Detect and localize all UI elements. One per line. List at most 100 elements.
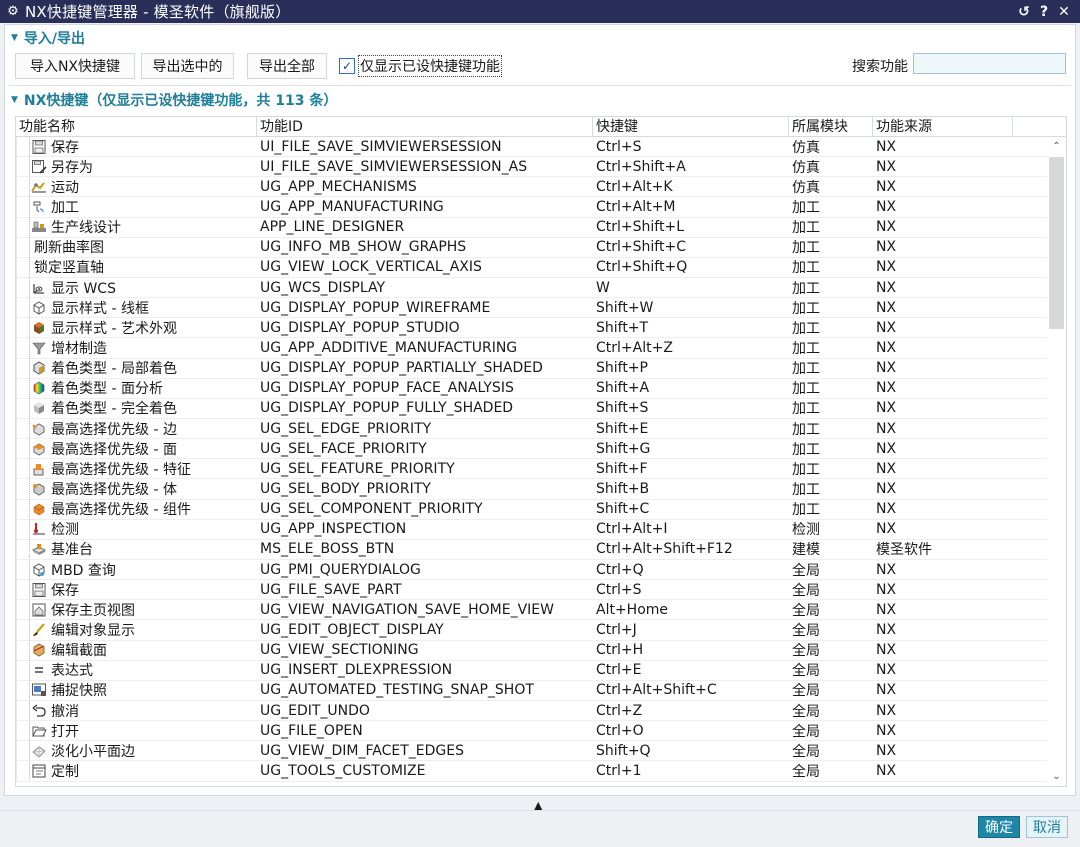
function-name-text: 着色类型 - 完全着色	[51, 401, 177, 418]
table-row[interactable]: 显示样式 - 线框 UG_DISPLAY_POPUP_WIREFRAME Shift…	[16, 297, 1047, 319]
table-row[interactable]: 另存为 UI_FILE_SAVE_SIMVIEWERSESSION_AS Ctrl+…	[16, 156, 1047, 178]
function-id-cell: UG_SEL_COMPONENT_PRIORITY	[260, 501, 483, 518]
table-row[interactable]: 检测 UG_APP_INSPECTION Ctrl+Alt+I 检测 NX	[16, 519, 1047, 540]
import-export-section-header[interactable]: ▼ 导入/导出	[11, 28, 85, 48]
module-cell: 全局	[792, 663, 820, 680]
shortcut-cell: Ctrl+Shift+Q	[596, 259, 688, 276]
scroll-down-icon[interactable]: ⌄	[1047, 769, 1066, 785]
motion-icon	[30, 179, 47, 195]
source-cell: NX	[876, 299, 897, 316]
table-row[interactable]: 捕捉快照 UG_AUTOMATED_TESTING_SNAP_SHOT Ctrl+A…	[16, 680, 1047, 701]
cell-name: 编辑截面	[16, 640, 257, 661]
source-cell: NX	[876, 460, 897, 477]
scrollbar-thumb[interactable]	[1049, 157, 1064, 329]
column-header-module[interactable]: 所属模块	[789, 117, 873, 136]
function-id-cell: UG_APP_MECHANISMS	[260, 178, 417, 195]
shortcuts-section-header[interactable]: ▼ NX快捷键（仅显示已设快捷键功能，共 113 条）	[11, 90, 337, 110]
cell-name: 编辑对象显示	[16, 619, 257, 640]
table-row[interactable]: 撤消 UG_EDIT_UNDO Ctrl+Z 全局 NX	[16, 700, 1047, 722]
cell-name: 保存主页视图	[16, 599, 257, 620]
table-row[interactable]: 定制 UG_TOOLS_CUSTOMIZE Ctrl+1 全局 NX	[16, 760, 1047, 782]
function-id-cell: UG_SEL_FACE_PRIORITY	[260, 440, 427, 457]
scroll-up-icon[interactable]: ⌃	[1047, 139, 1066, 155]
function-name-text: 着色类型 - 局部着色	[51, 361, 177, 378]
table-row[interactable]: 运动 UG_APP_MECHANISMS Ctrl+Alt+K 仿真 NX	[16, 176, 1047, 198]
table-row[interactable]: 着色类型 - 面分析 UG_DISPLAY_POPUP_FACE_ANALYSIS…	[16, 378, 1047, 399]
table-header: 功能名称 功能ID 快捷键 所属模块 功能来源	[16, 117, 1066, 137]
export-all-button[interactable]: 导出全部	[247, 53, 327, 79]
table-row[interactable]: 保存 UI_FILE_SAVE_SIMVIEWERSESSION Ctrl+S 仿真 N…	[16, 137, 1047, 158]
function-name-text: 最高选择优先级 - 面	[51, 441, 177, 458]
module-cell: 全局	[792, 763, 820, 780]
function-id-cell: UG_FILE_OPEN	[260, 722, 363, 739]
function-id-cell: UG_DISPLAY_POPUP_STUDIO	[260, 319, 460, 336]
shortcut-cell: Alt+Home	[596, 601, 669, 618]
table-row[interactable]: MBD 查询 UG_PMI_QUERYDIALOG Ctrl+Q 全局 NX	[16, 559, 1047, 581]
table-row[interactable]: 刷新曲率图 UG_INFO_MB_SHOW_GRAPHS Ctrl+Shift+C 加…	[16, 237, 1047, 258]
function-name-text: 表达式	[51, 663, 93, 680]
cancel-button[interactable]: 取消	[1026, 816, 1068, 838]
shortcut-cell: Ctrl+S	[596, 581, 642, 598]
function-id-cell: UI_FILE_SAVE_SIMVIEWERSESSION	[260, 138, 502, 155]
cell-name: 保存	[16, 137, 257, 157]
table-row[interactable]: 淡化小平面边 UG_VIEW_DIM_FACET_EDGES Shift+Q 全局 NX	[16, 740, 1047, 762]
only-set-shortcuts-checkbox-row[interactable]: ✓ 仅显示已设快捷键功能	[339, 55, 502, 77]
function-id-cell: UG_INFO_MB_SHOW_GRAPHS	[260, 239, 467, 256]
table-row[interactable]: 最高选择优先级 - 组件 UG_SEL_COMPONENT_PRIORITY Shi…	[16, 499, 1047, 520]
help-icon[interactable]: ?	[1036, 3, 1052, 21]
module-cell: 加工	[792, 421, 820, 438]
module-cell: 仿真	[792, 179, 820, 196]
source-cell: NX	[876, 480, 897, 497]
table-row[interactable]: 最高选择优先级 - 体 UG_SEL_BODY_PRIORITY Shift+B 加工…	[16, 478, 1047, 500]
function-name-text: 定制	[51, 763, 79, 780]
vertical-scrollbar[interactable]: ⌃ ⌄	[1047, 137, 1066, 786]
table-row[interactable]: 最高选择优先级 - 面 UG_SEL_FACE_PRIORITY Shift+G 加工…	[16, 438, 1047, 460]
expr-icon	[30, 662, 47, 678]
table-row[interactable]: 表达式 UG_INSERT_DLEXPRESSION Ctrl+E 全局 NX	[16, 660, 1047, 681]
table-row[interactable]: 生产线设计 APP_LINE_DESIGNER Ctrl+Shift+L 加工 NX	[16, 217, 1047, 238]
table-row[interactable]: 加工 UG_APP_MANUFACTURING Ctrl+Alt+M 加工 NX	[16, 197, 1047, 218]
table-row[interactable]: 着色类型 - 完全着色 UG_DISPLAY_POPUP_FULLY_SHADED…	[16, 398, 1047, 419]
export-selected-button[interactable]: 导出选中的	[141, 53, 234, 79]
column-header-shortcut[interactable]: 快捷键	[593, 117, 789, 136]
table-row[interactable]: 锁定竖直轴 UG_VIEW_LOCK_VERTICAL_AXIS Ctrl+Shif…	[16, 257, 1047, 278]
reset-icon[interactable]: ↺	[1016, 3, 1032, 21]
table-row[interactable]: 编辑对象显示 UG_EDIT_OBJECT_DISPLAY Ctrl+J 全局 NX	[16, 619, 1047, 641]
saveas-icon	[30, 159, 47, 175]
source-cell: NX	[876, 642, 897, 659]
table-row[interactable]: 最高选择优先级 - 特征 UG_SEL_FEATURE_PRIORITY Shift…	[16, 458, 1047, 480]
column-header-name[interactable]: 功能名称	[16, 117, 257, 136]
search-input[interactable]	[913, 53, 1066, 74]
ok-button[interactable]: 确定	[978, 816, 1020, 838]
table-row[interactable]: 增材制造 UG_APP_ADDITIVE_MANUFACTURING Ctrl+Al…	[16, 337, 1047, 359]
homeview-icon	[30, 602, 47, 618]
table-row[interactable]: 保存主页视图 UG_VIEW_NAVIGATION_SAVE_HOME_VIEW A…	[16, 599, 1047, 621]
only-set-shortcuts-label[interactable]: 仅显示已设快捷键功能	[358, 55, 502, 77]
source-cell: NX	[876, 380, 897, 397]
cell-name: 最高选择优先级 - 边	[16, 418, 257, 439]
source-cell: NX	[876, 742, 897, 759]
table-row[interactable]: 打开 UG_FILE_OPEN Ctrl+O 全局 NX	[16, 720, 1047, 742]
table-row[interactable]: 最高选择优先级 - 边 UG_SEL_EDGE_PRIORITY Shift+E 加工…	[16, 418, 1047, 440]
table-row[interactable]: 基准台 MS_ELE_BOSS_BTN Ctrl+Alt+Shift+F12 建模 模圣…	[16, 539, 1047, 560]
source-cell: NX	[876, 420, 897, 437]
module-cell: 全局	[792, 582, 820, 599]
table-row[interactable]: 编辑截面 UG_VIEW_SECTIONING Ctrl+H 全局 NX	[16, 640, 1047, 661]
table-row[interactable]: 着色类型 - 局部着色 UG_DISPLAY_POPUP_PARTIALLY_SH…	[16, 358, 1047, 379]
table-row[interactable]: 保存 UG_FILE_SAVE_PART Ctrl+S 全局 NX	[16, 579, 1047, 601]
column-header-source[interactable]: 功能来源	[873, 117, 1013, 136]
table-row[interactable]: 显示 WCS UG_WCS_DISPLAY W 加工 NX	[16, 277, 1047, 299]
module-cell: 全局	[792, 723, 820, 740]
gear-icon: ⚙	[7, 4, 19, 19]
source-cell: NX	[876, 762, 897, 779]
column-header-id[interactable]: 功能ID	[257, 117, 593, 136]
shortcut-cell: Ctrl+O	[596, 722, 644, 739]
only-set-shortcuts-checkbox[interactable]: ✓	[339, 58, 355, 74]
cell-name: 着色类型 - 面分析	[16, 378, 257, 399]
import-nx-shortcuts-button[interactable]: 导入NX快捷键	[15, 53, 135, 79]
cell-name: 着色类型 - 完全着色	[16, 398, 257, 419]
table-row[interactable]: 显示样式 - 艺术外观 UG_DISPLAY_POPUP_STUDIO Shift+…	[16, 317, 1047, 339]
source-cell: NX	[876, 561, 897, 578]
shortcut-cell: Shift+E	[596, 420, 649, 437]
close-icon[interactable]: ✕	[1056, 3, 1072, 21]
